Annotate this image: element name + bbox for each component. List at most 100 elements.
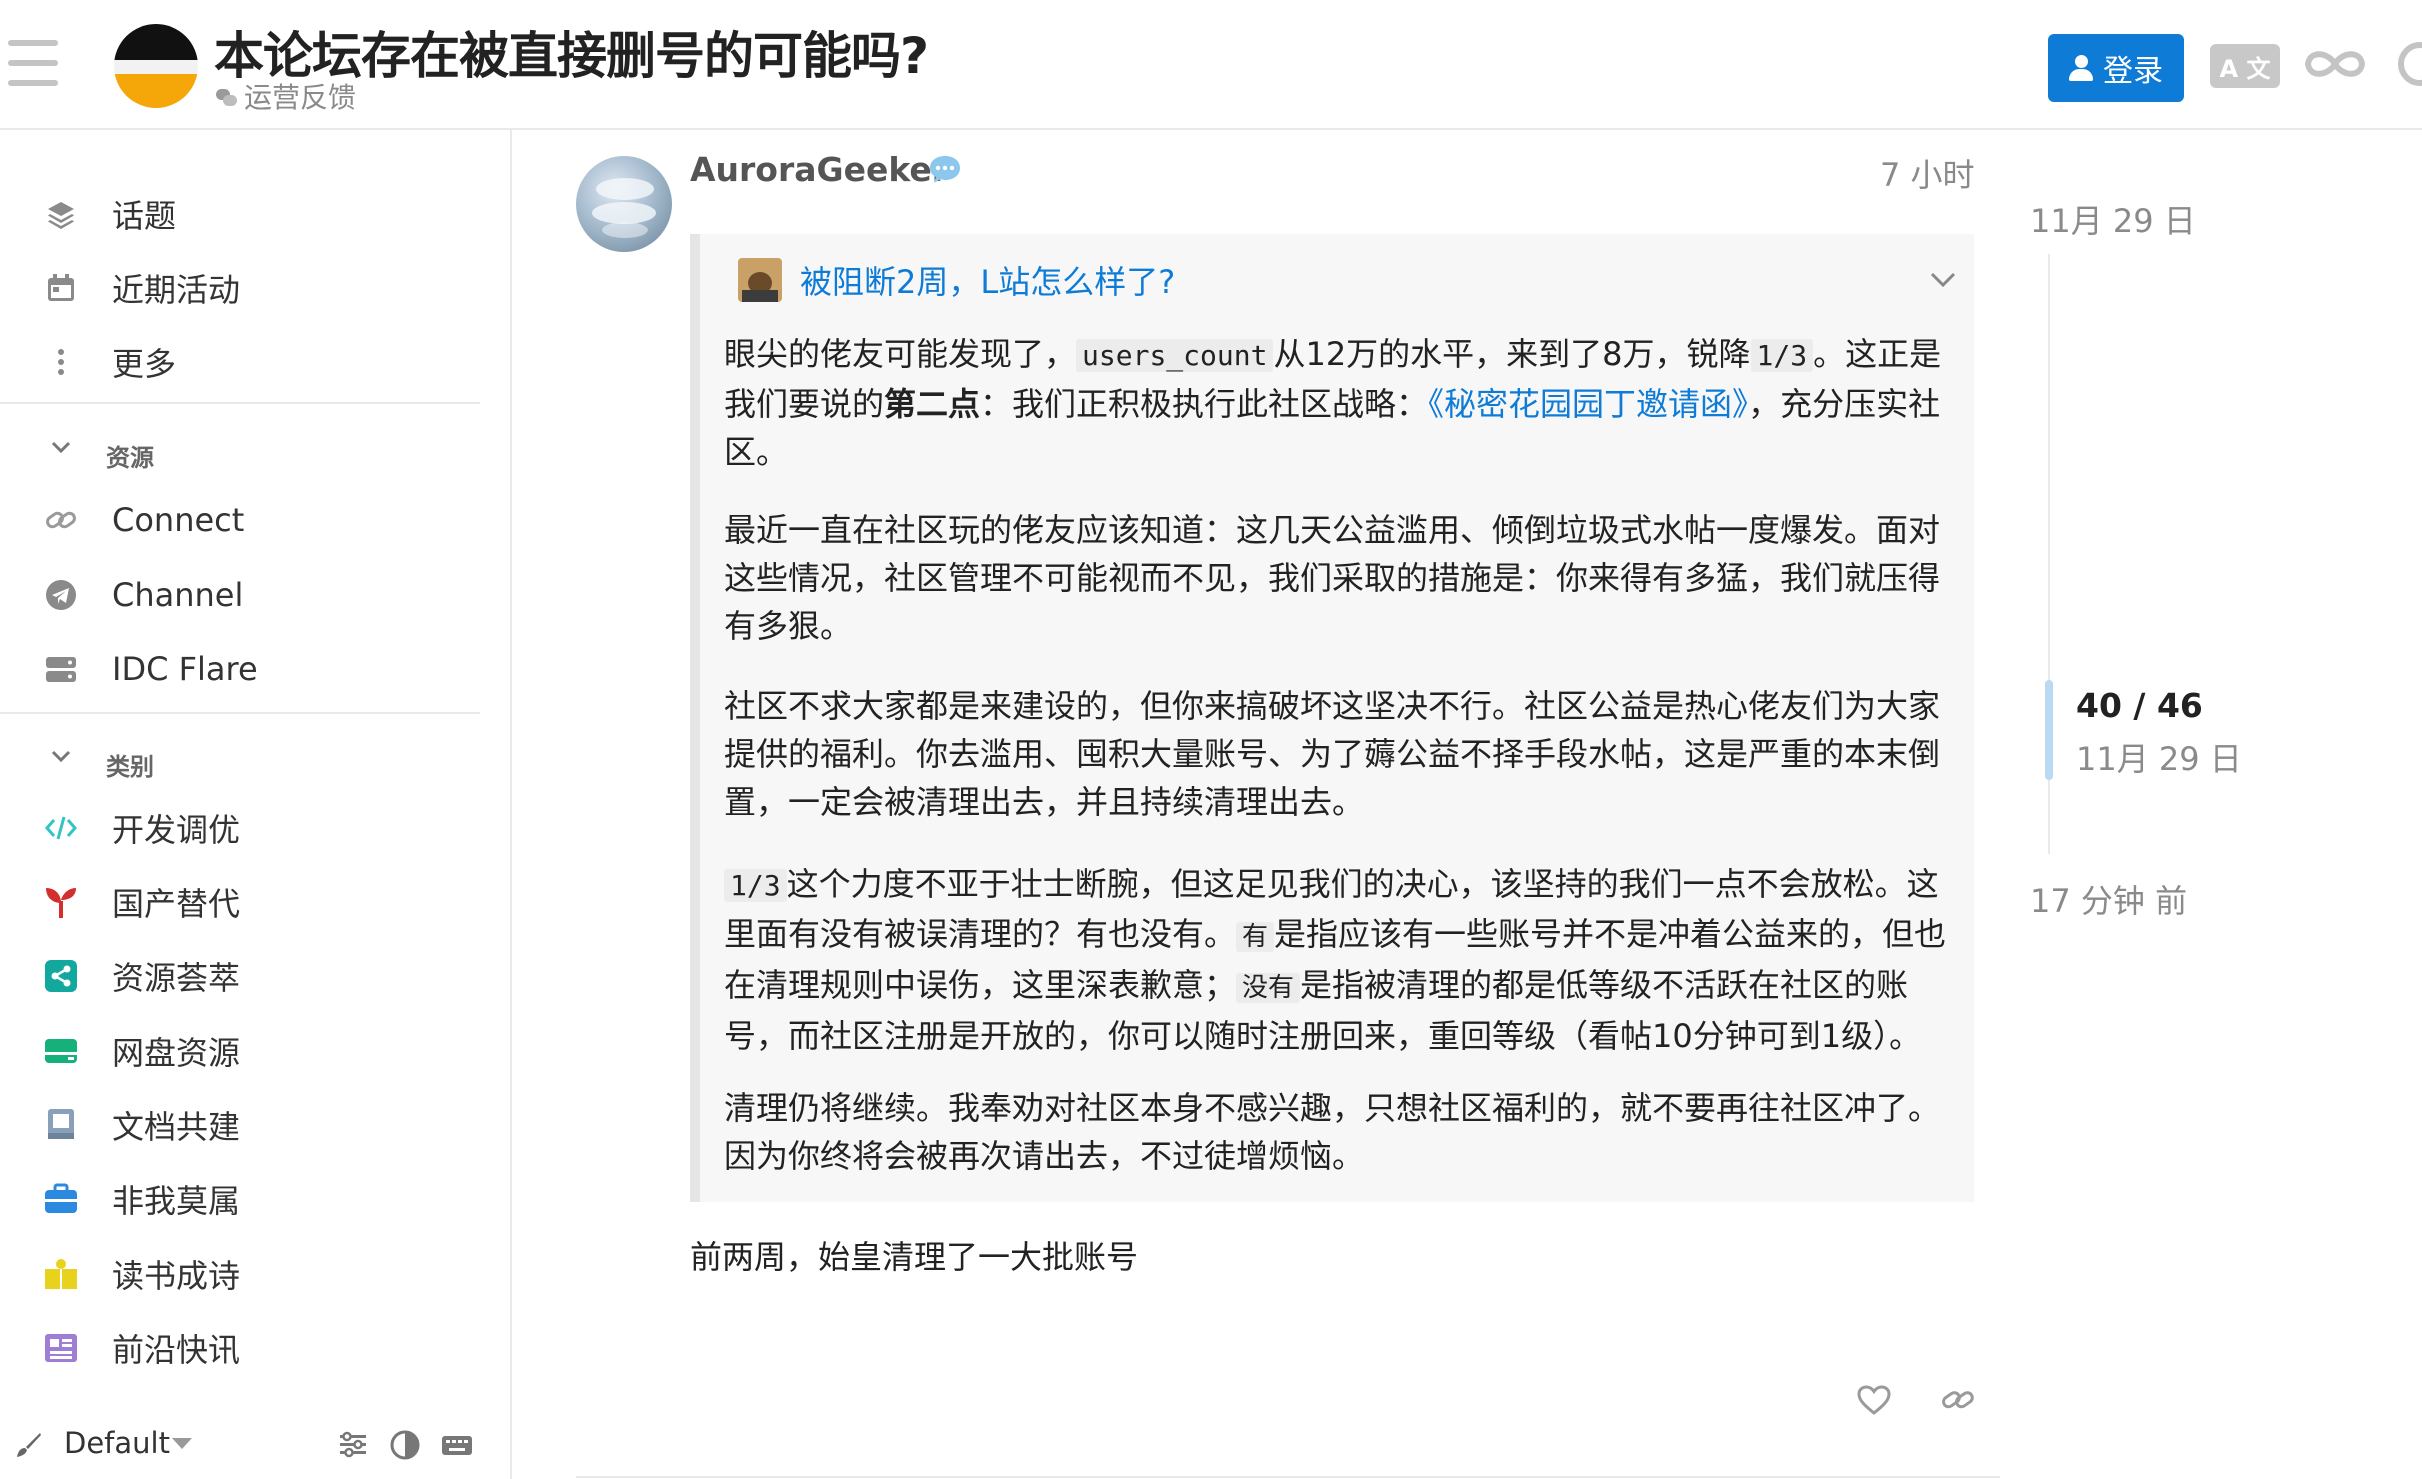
sidebar-item-category-resources[interactable]: 资源荟萃 <box>0 943 480 1009</box>
sidebar-item-label: 开发调优 <box>112 811 241 849</box>
quote-block: 被阻断2周，L站怎么样了? 眼尖的佬友可能发现了， users_count 从12万… <box>690 234 1974 1202</box>
newspaper-icon <box>44 1331 78 1365</box>
link-icon <box>44 503 78 537</box>
sidebar-item-label: 近期活动 <box>112 271 241 309</box>
sidebar-item-recent-activity[interactable]: 近期活动 <box>0 255 480 321</box>
sidebar-item-label: 国产替代 <box>112 885 241 923</box>
quote-avatar[interactable] <box>738 258 782 302</box>
text: 从12万的水平，来到了8万，锐降 <box>1273 335 1751 373</box>
user-icon <box>2069 55 2093 81</box>
chevron-down-icon[interactable] <box>1928 264 1958 294</box>
sliders-icon[interactable] <box>336 1428 370 1462</box>
sidebar-item-label: Channel <box>112 576 244 614</box>
timeline-start-date[interactable]: 11月 29 日 <box>2030 196 2196 242</box>
sidebar-item-label: 文档共建 <box>112 1108 241 1146</box>
sidebar: 话题 近期活动 更多 资源 Connect Channel IDC Flare … <box>0 130 512 1479</box>
server-icon <box>44 652 78 686</box>
quote-title-link[interactable]: 被阻断2周，L站怎么样了? <box>800 257 1175 303</box>
sidebar-item-label: Connect <box>112 501 245 539</box>
site-header: 本论坛存在被直接删号的可能吗? 运营反馈 登录 A 文 <box>0 0 2422 130</box>
sidebar-item-category-docs[interactable]: 文档共建 <box>0 1092 480 1158</box>
translate-icon[interactable]: A 文 <box>2210 44 2280 88</box>
post-separator <box>576 1476 2000 1478</box>
link-icon[interactable] <box>1940 1384 1976 1416</box>
briefcase-icon <box>44 1182 78 1216</box>
layers-icon <box>44 197 78 231</box>
sprout-icon <box>44 885 78 919</box>
keyboard-icon[interactable] <box>440 1428 474 1462</box>
search-icon[interactable] <box>2398 42 2422 86</box>
text: ：我们正积极执行此社区战略： <box>980 385 1429 423</box>
hamburger-menu-icon[interactable] <box>8 40 60 86</box>
sidebar-item-label: 更多 <box>112 345 177 383</box>
section-header-categories[interactable]: 类别 <box>0 735 480 785</box>
sidebar-item-label: 非我莫属 <box>112 1182 241 1220</box>
drive-icon <box>44 1034 78 1068</box>
chat-badge-icon[interactable] <box>928 154 962 184</box>
sidebar-item-category-domestic[interactable]: 国产替代 <box>0 869 480 935</box>
calendar-icon <box>44 271 78 305</box>
topic-category-label: 运营反馈 <box>244 81 357 114</box>
quote-paragraph: 1/3 这个力度不亚于壮士断腕，但这足见我们的决心，该坚持的我们一点不会放松。这里… <box>724 860 1964 1060</box>
topic-category[interactable]: 运营反馈 <box>216 76 356 116</box>
paintbrush-icon <box>17 1433 41 1457</box>
telegram-icon <box>44 578 78 612</box>
inline-code: 1/3 <box>1750 339 1814 372</box>
post-username[interactable]: AuroraGeeker <box>690 150 948 189</box>
sidebar-item-label: 前沿快讯 <box>112 1331 241 1369</box>
timeline-position: 40 / 46 <box>2076 686 2203 725</box>
inline-code: 1/3 <box>724 869 787 902</box>
quote-paragraph: 最近一直在社区玩的佬友应该知道：这几天公益滥用、倾倒垃圾式水帖一度爆发。面对这些… <box>724 511 1941 645</box>
reading-icon <box>44 1257 78 1291</box>
contrast-icon[interactable] <box>388 1428 422 1462</box>
quote-header: 被阻断2周，L站怎么样了? <box>738 258 1175 302</box>
theme-selector[interactable]: Default <box>64 1426 170 1460</box>
sidebar-item-channel[interactable]: Channel <box>0 562 480 628</box>
sidebar-item-category-drive[interactable]: 网盘资源 <box>0 1018 480 1084</box>
section-header-label: 类别 <box>106 753 154 781</box>
section-header-label: 资源 <box>106 444 154 472</box>
more-vertical-icon <box>44 345 78 379</box>
sidebar-divider <box>0 712 480 714</box>
caret-down-icon[interactable] <box>172 1438 192 1449</box>
sidebar-item-connect[interactable]: Connect <box>0 487 480 553</box>
chat-bubbles-icon <box>216 89 238 107</box>
timeline-end[interactable]: 17 分钟 前 <box>2030 876 2187 922</box>
heart-icon[interactable] <box>1856 1384 1892 1416</box>
inline-code: users_count <box>1076 339 1274 372</box>
timeline-scroll-handle[interactable] <box>2045 680 2053 780</box>
login-label: 登录 <box>2103 54 2163 89</box>
sidebar-item-category-mine[interactable]: 非我莫属 <box>0 1166 480 1232</box>
quote-paragraph: 清理仍将继续。我奉劝对社区本身不感兴趣，只想社区福利的，就不要再往社区冲了。因为… <box>724 1089 1941 1175</box>
invitation-link[interactable]: 《秘密花园园丁邀请函》 <box>1428 385 1748 423</box>
inline-code: 没有 <box>1236 973 1301 1003</box>
sidebar-item-label: 网盘资源 <box>112 1034 241 1072</box>
sidebar-item-label: 读书成诗 <box>112 1257 241 1295</box>
infinity-icon[interactable] <box>2300 42 2370 86</box>
share-icon <box>44 959 78 993</box>
post-age[interactable]: 7 小时 <box>1880 150 1975 196</box>
site-logo[interactable] <box>114 24 198 108</box>
sidebar-item-label: 资源荟萃 <box>112 959 241 997</box>
bold-text: 第二点 <box>884 385 981 423</box>
sidebar-item-category-news[interactable]: 前沿快讯 <box>0 1315 480 1381</box>
sidebar-item-topics[interactable]: 话题 <box>0 181 480 247</box>
post-body-text: 前两周，始皇清理了一大批账号 <box>690 1238 1139 1276</box>
book-icon <box>44 1108 78 1142</box>
sidebar-item-idc-flare[interactable]: IDC Flare <box>0 636 480 702</box>
user-avatar[interactable] <box>576 156 672 252</box>
code-icon <box>44 811 78 845</box>
section-header-resources[interactable]: 资源 <box>0 426 480 476</box>
sidebar-item-more[interactable]: 更多 <box>0 329 480 395</box>
login-button[interactable]: 登录 <box>2048 34 2184 102</box>
inline-code: 有 <box>1236 922 1275 952</box>
sidebar-footer: Default <box>0 1414 510 1479</box>
timeline-position-date: 11月 29 日 <box>2076 740 2242 778</box>
quote-paragraph: 眼尖的佬友可能发现了， users_count 从12万的水平，来到了8万，锐降 1/… <box>724 330 1964 476</box>
text: 眼尖的佬友可能发现了， <box>724 335 1077 373</box>
chevron-down-icon <box>50 745 72 773</box>
sidebar-item-category-reading[interactable]: 读书成诗 <box>0 1241 480 1307</box>
sidebar-item-category-dev[interactable]: 开发调优 <box>0 795 480 861</box>
sidebar-item-label: 话题 <box>112 197 177 235</box>
sidebar-divider <box>0 402 480 404</box>
